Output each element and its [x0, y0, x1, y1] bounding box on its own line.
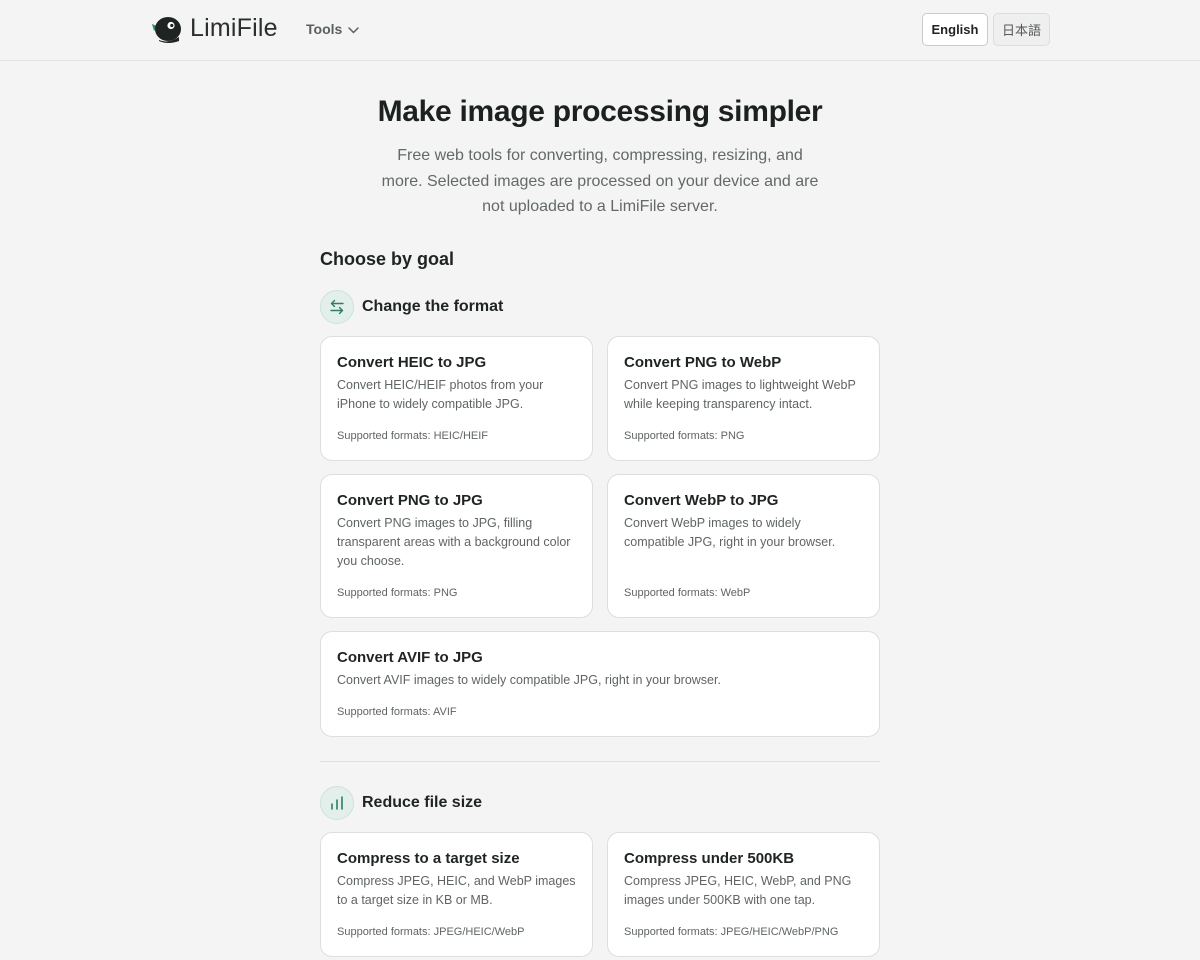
tool-card-webp-to-jpg[interactable]: Convert WebP to JPG Convert WebP images …: [607, 474, 880, 618]
tool-card-formats: Supported formats: HEIC/HEIF: [337, 430, 488, 442]
tool-card-formats: Supported formats: AVIF: [337, 706, 457, 718]
top-navigation-bar: LimiFile Tools English 日本語: [0, 0, 1200, 61]
section-title-reduce-size: Reduce file size: [362, 794, 483, 811]
logo-mascot-icon: [151, 15, 183, 43]
tool-card-description: Convert AVIF images to widely compatible…: [337, 673, 721, 687]
tools-catalog: Choose by goal Change the format Convert…: [320, 247, 880, 957]
tool-card-heic-to-jpg[interactable]: Convert HEIC to JPG Convert HEIC/HEIF ph…: [320, 336, 593, 461]
tool-card-formats: Supported formats: PNG: [337, 587, 458, 599]
tool-card-description: Convert HEIC/HEIF photos from your iPhon…: [337, 378, 544, 411]
format-tools-grid: Convert HEIC to JPG Convert HEIC/HEIF ph…: [320, 336, 880, 737]
tools-menu-label: Tools: [306, 21, 343, 37]
tool-card-formats: Supported formats: PNG: [624, 430, 745, 442]
tool-card-formats: Supported formats: WebP: [624, 587, 751, 599]
language-japanese-button[interactable]: 日本語: [993, 13, 1050, 46]
tool-card-png-to-jpg[interactable]: Convert PNG to JPG Convert PNG images to…: [320, 474, 593, 618]
bar-chart-icon: [320, 786, 354, 820]
logo-link[interactable]: LimiFile: [151, 14, 278, 43]
section-header-reduce-size: Reduce file size: [320, 786, 880, 820]
tool-card-title: Convert PNG to WebP: [624, 354, 782, 371]
tools-menu-button[interactable]: Tools: [306, 21, 360, 37]
tool-card-compress-target-size[interactable]: Compress to a target size Compress JPEG,…: [320, 832, 593, 957]
tool-card-png-to-webp[interactable]: Convert PNG to WebP Convert PNG images t…: [607, 336, 880, 461]
hero-title: Make image processing simpler: [377, 95, 823, 128]
tool-card-formats: Supported formats: JPEG/HEIC/WebP: [337, 926, 525, 938]
tool-card-title: Compress under 500KB: [624, 850, 795, 867]
tool-card-description: Compress JPEG, HEIC, and WebP images to …: [337, 874, 576, 907]
tool-card-title: Convert AVIF to JPG: [337, 649, 483, 666]
choose-by-goal-heading: Choose by goal: [320, 249, 455, 269]
section-divider: [320, 761, 880, 762]
tool-card-title: Compress to a target size: [337, 850, 520, 867]
tool-card-title: Convert HEIC to JPG: [337, 354, 487, 371]
logo-text: LimiFile: [190, 14, 278, 42]
hero-description: Free web tools for converting, compressi…: [381, 147, 819, 215]
tool-card-title: Convert PNG to JPG: [337, 492, 483, 509]
tool-card-formats: Supported formats: JPEG/HEIC/WebP/PNG: [624, 926, 839, 938]
tool-card-avif-to-jpg[interactable]: Convert AVIF to JPG Convert AVIF images …: [320, 631, 880, 737]
tool-card-description: Convert WebP images to widely compatible…: [624, 516, 836, 549]
chevron-down-icon: [342, 21, 360, 37]
tool-card-description: Compress JPEG, HEIC, WebP, and PNG image…: [624, 874, 852, 907]
tool-card-description: Convert PNG images to lightweight WebP w…: [624, 378, 856, 411]
language-english-button[interactable]: English: [922, 13, 988, 46]
tool-card-description: Convert PNG images to JPG, filling trans…: [337, 516, 571, 568]
tool-card-title: Convert WebP to JPG: [624, 492, 779, 509]
swap-arrows-icon: [320, 290, 354, 324]
tool-card-compress-under-500kb[interactable]: Compress under 500KB Compress JPEG, HEIC…: [607, 832, 880, 957]
compress-tools-grid: Compress to a target size Compress JPEG,…: [320, 832, 880, 957]
section-title-change-format: Change the format: [362, 298, 504, 315]
section-header-change-format: Change the format: [320, 290, 880, 324]
